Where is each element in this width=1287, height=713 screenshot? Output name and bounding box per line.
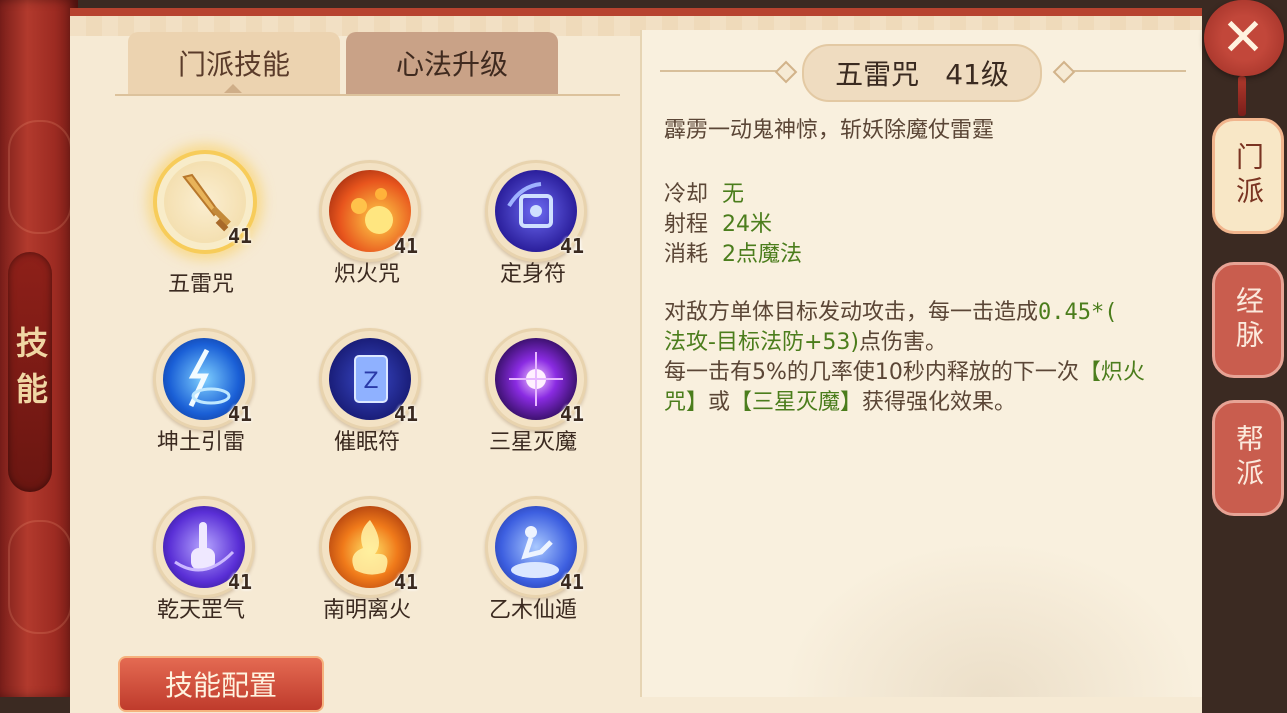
spine-tab-label: 技能 — [11, 326, 49, 418]
tab-label: 门派技能 — [177, 48, 290, 81]
skill-name: 坤土引雷 — [156, 430, 245, 455]
skill-title-name: 五雷咒 — [835, 58, 920, 91]
skill-level: 41 — [228, 402, 253, 426]
title-deco-line — [1066, 70, 1186, 72]
spine-ornament — [8, 120, 72, 234]
side-tab-label: 帮派 — [1232, 424, 1265, 492]
skill-level: 41 — [560, 570, 585, 594]
svg-text:Z: Z — [363, 369, 378, 394]
close-icon: ✕ — [1221, 8, 1265, 68]
skill-name: 南明离火 — [322, 598, 411, 623]
skill-description: 对敌方单体目标发动攻击，每一击造成0.45*( 法攻-目标法防+53)点伤害。 … — [664, 298, 1184, 418]
stat-range: 射程 24米 — [664, 206, 772, 238]
skill-slot-yimu[interactable]: 41 乙木仙遁 — [460, 486, 610, 646]
description-line: 法攻-目标法防+53)点伤害。 — [664, 330, 947, 355]
stat-label: 射程 — [664, 212, 709, 237]
tab-underline — [115, 94, 620, 96]
stat-cost: 消耗 2点魔法 — [664, 236, 802, 268]
skill-level: 41 — [228, 224, 253, 248]
side-tab-label: 门派 — [1232, 142, 1265, 210]
description-line: 对敌方单体目标发动攻击，每一击造成0.45*( — [664, 300, 1118, 325]
close-button[interactable]: ✕ — [1200, 0, 1286, 80]
skill-slot-chihuo[interactable]: 41 炽火咒 — [294, 150, 444, 310]
background-silhouette — [780, 540, 1200, 697]
skill-config-label: 技能配置 — [164, 669, 277, 702]
skill-slot-dingshen[interactable]: 41 定身符 — [460, 150, 610, 310]
stat-value: 24米 — [722, 212, 773, 237]
skill-name: 五雷咒 — [167, 272, 234, 297]
tab-label: 心法升级 — [395, 48, 508, 81]
skill-config-button[interactable]: 技能配置 — [118, 656, 324, 712]
skill-name: 乾天罡气 — [156, 598, 245, 623]
active-tab-caret-icon — [224, 84, 242, 93]
spine-ornament — [8, 520, 72, 634]
tassel-ornament — [1238, 76, 1246, 116]
skill-slot-kuntu[interactable]: 41 坤土引雷 — [128, 318, 278, 478]
skill-name: 炽火咒 — [333, 262, 400, 287]
skill-title-level: 41级 — [945, 58, 1009, 91]
stat-label: 冷却 — [664, 182, 709, 207]
skill-slot-sanxing[interactable]: 41 三星灭魔 — [460, 318, 610, 478]
skill-name: 三星灭魔 — [488, 430, 577, 455]
skill-slot-nanming[interactable]: 41 南明离火 — [294, 486, 444, 646]
skill-level: 41 — [394, 570, 419, 594]
book-spine: 技能 — [0, 0, 78, 697]
skill-level: 41 — [560, 402, 585, 426]
skill-name: 定身符 — [499, 262, 566, 287]
side-tab-guild[interactable]: 帮派 — [1212, 400, 1284, 516]
skill-slot-wulei[interactable]: 41 五雷咒 — [128, 140, 278, 300]
tab-mind-upgrade[interactable]: 心法升级 — [346, 32, 558, 94]
side-tab-meridian[interactable]: 经脉 — [1212, 262, 1284, 378]
skill-level: 41 — [560, 234, 585, 258]
description-line: 咒】或【三星灭魔】获得强化效果。 — [664, 390, 1017, 415]
stat-value: 无 — [722, 182, 745, 207]
description-line: 每一击有5%的几率使10秒内释放的下一次【炽火 — [664, 360, 1145, 385]
stat-cooldown: 冷却无 — [664, 176, 744, 208]
skill-level: 41 — [228, 570, 253, 594]
skill-slot-qiantian[interactable]: 41 乾天罡气 — [128, 486, 278, 646]
title-deco-line — [660, 70, 780, 72]
skill-tagline: 霹雳一动鬼神惊，斩妖除魔仗雷霆 — [664, 118, 995, 143]
skill-title-plate: 五雷咒 41级 — [802, 44, 1042, 102]
spine-tab-skills[interactable]: 技能 — [8, 252, 52, 492]
stat-value: 2点魔法 — [722, 242, 803, 267]
skill-slot-cuimian[interactable]: Z 41 催眠符 — [294, 318, 444, 478]
skill-name: 乙木仙遁 — [488, 598, 577, 623]
skill-name: 催眠符 — [333, 430, 400, 455]
skill-level: 41 — [394, 234, 419, 258]
side-tab-label: 经脉 — [1232, 286, 1265, 354]
skill-level: 41 — [394, 402, 419, 426]
panel-divider — [640, 30, 642, 697]
side-tab-sect[interactable]: 门派 — [1212, 118, 1284, 234]
stat-label: 消耗 — [664, 242, 709, 267]
